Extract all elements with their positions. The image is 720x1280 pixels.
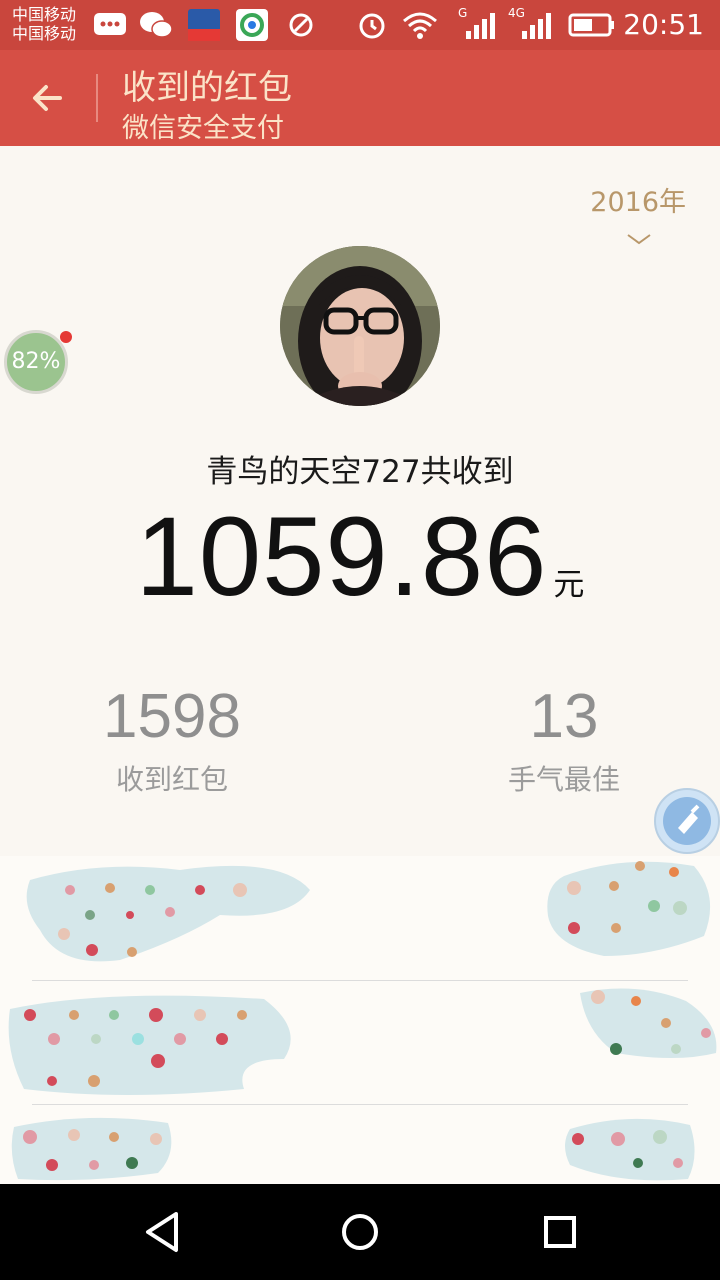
page-title: 收到的红包 [122,68,292,108]
carrier-2: 中国移动 [12,24,77,43]
obscured-content [8,995,291,1095]
chevron-down-icon[interactable] [626,232,652,246]
navigation-bar [0,1184,720,1280]
message-icon [94,13,126,35]
obscured-content [547,861,711,956]
browser-icon [236,9,268,41]
avatar-photo [280,246,440,406]
amount-unit: 元 [553,567,585,603]
signal-icon [522,13,551,39]
obscured-content [11,1117,172,1181]
list-item[interactable] [0,981,720,1105]
broom-icon [663,797,711,845]
notification-dot [60,331,72,343]
alarm-icon [359,13,385,39]
year-selector[interactable]: 2016年 [590,180,686,219]
title-bar: 收到的红包 微信安全支付 [0,50,720,146]
stat-best-luck-value: 13 [529,682,599,751]
total-amount: 1059.86 元 [0,492,720,621]
back-triangle-icon[interactable] [136,1206,188,1258]
home-circle-icon[interactable] [334,1206,386,1258]
list-item[interactable] [0,856,720,980]
floating-battery-badge[interactable]: 82% [4,330,68,394]
list-item[interactable] [0,1105,720,1184]
app-icon [188,9,220,41]
stat-best-luck-label: 手气最佳 [507,763,620,796]
floating-clean-button[interactable] [654,788,720,854]
carrier-1: 中国移动 [12,5,77,24]
stat-best-luck: 13 手气最佳 [454,682,674,798]
arrow-left-icon[interactable] [28,78,68,118]
wrench-icon [289,13,313,37]
page-subtitle: 微信安全支付 [122,113,284,144]
stat-received-label: 收到红包 [115,763,228,796]
title-divider [96,74,98,122]
carrier-label: 中国移动 中国移动 [12,5,76,43]
avatar [280,246,440,406]
stat-received: 1598 收到红包 [62,682,282,798]
status-bar: 中国移动 中国移动 G 4G 20:51 [0,0,720,50]
recents-square-icon[interactable] [534,1206,586,1258]
clock: 20:51 [623,8,704,41]
signal-icon [466,13,495,39]
user-summary-line: 青鸟的天空727共收到 [206,454,514,490]
wifi-icon [403,12,437,39]
wechat-icon [140,12,173,38]
stat-received-value: 1598 [103,682,241,751]
battery-icon [568,13,614,37]
red-packet-list [0,856,720,1184]
amount-value: 1059.86 [135,494,548,619]
obscured-content [565,1118,695,1181]
obscured-content [580,988,717,1058]
obscured-content [26,865,311,962]
